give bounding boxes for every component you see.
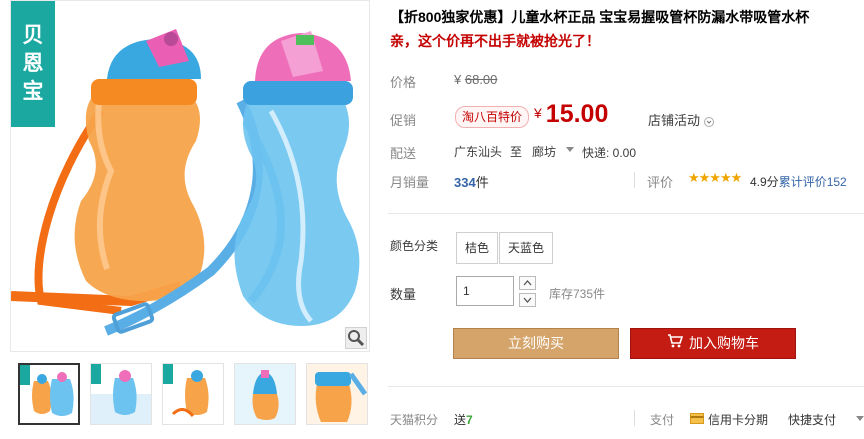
quantity-input[interactable] xyxy=(456,276,514,306)
brand-char: 宝 xyxy=(22,80,44,103)
buy-now-button[interactable]: 立刻购买 xyxy=(453,328,619,359)
review-count[interactable]: 累计评价152 xyxy=(779,175,847,189)
shipping-fee: 快递: 0.00 xyxy=(582,146,637,160)
credit-installment-label: 信用卡分期 xyxy=(708,413,769,427)
product-details: 【折800独家优惠】儿童水杯正品 宝宝易握吸管杯防漏水带吸管水杯 亲，这个价再不… xyxy=(388,0,864,439)
quantity-increase-button[interactable] xyxy=(519,276,536,290)
chevron-down-icon xyxy=(523,297,532,303)
brand-char: 贝 xyxy=(22,24,44,47)
chevron-down-icon xyxy=(703,116,714,127)
add-to-cart-button[interactable]: 加入购物车 xyxy=(630,328,796,359)
section-divider xyxy=(388,386,864,387)
stock-count: 库存735件 xyxy=(549,287,606,301)
price-label: 价格 xyxy=(390,75,417,90)
ship-from: 广东汕头 xyxy=(454,145,503,159)
payment-quick-pay[interactable]: 快捷支付 xyxy=(788,411,836,428)
section-divider xyxy=(388,213,864,214)
promo-price: ¥15.00 xyxy=(534,100,608,129)
chevron-down-icon[interactable] xyxy=(566,147,574,152)
quantity-label: 数量 xyxy=(390,287,417,302)
product-gallery: 贝 恩 宝 xyxy=(10,0,370,439)
reviews-label: 评价 xyxy=(647,175,674,190)
shop-activity-dropdown[interactable]: 店铺活动 xyxy=(648,110,714,129)
product-title: 【折800独家优惠】儿童水杯正品 宝宝易握吸管杯防漏水带吸管水杯 xyxy=(390,6,852,29)
original-price-currency: ¥ xyxy=(454,72,462,87)
points-prefix: 送 xyxy=(454,413,467,427)
ship-city-select[interactable]: 廊坊 xyxy=(532,143,556,160)
credit-card-icon xyxy=(690,412,704,427)
quantity-decrease-button[interactable] xyxy=(519,293,536,307)
payment-label: 支付 xyxy=(650,413,675,427)
color-option-orange[interactable]: 桔色 xyxy=(456,232,499,264)
payment-credit-installment[interactable]: 信用卡分期 xyxy=(690,411,768,428)
brand-tag: 贝 恩 宝 xyxy=(11,1,55,127)
thumbnail-4[interactable] xyxy=(234,363,296,425)
points-number: 7 xyxy=(466,413,473,427)
original-price-value: 68.00 xyxy=(464,72,498,87)
thumbnail-2[interactable] xyxy=(90,363,152,425)
product-subtitle: 亲，这个价再不出手就被抢光了！ xyxy=(390,33,600,49)
thumbnail-5[interactable] xyxy=(306,363,368,425)
ship-to: 至 xyxy=(510,145,523,159)
product-photo-bottles xyxy=(11,29,360,336)
monthly-sales-label: 月销量 xyxy=(390,175,430,190)
points-value: 送7 xyxy=(454,411,473,428)
promo-badge: 淘八百特价 xyxy=(455,106,530,128)
add-to-cart-label: 加入购物车 xyxy=(689,335,759,351)
rating-stars: ★★★★★ xyxy=(688,170,742,185)
monthly-sales-count: 334件 xyxy=(454,172,489,191)
main-product-image[interactable]: 贝 恩 宝 xyxy=(10,0,370,352)
promo-price-value: 15.00 xyxy=(545,100,609,128)
points-label: 天猫积分 xyxy=(390,413,439,427)
brand-char: 恩 xyxy=(22,52,44,75)
color-label: 颜色分类 xyxy=(390,239,439,253)
promo-label: 促销 xyxy=(390,113,417,128)
divider xyxy=(634,172,635,188)
rating-summary[interactable]: 4.9分累计评价152 xyxy=(750,173,847,190)
title-prefix: 【折800独家优惠】 xyxy=(390,9,512,25)
magnifier-icon[interactable] xyxy=(345,327,367,349)
thumbnail-strip xyxy=(18,363,368,425)
thumbnail-3[interactable] xyxy=(162,363,224,425)
monthly-sales-unit: 件 xyxy=(475,175,489,190)
divider xyxy=(634,410,635,426)
color-option-sky-blue[interactable]: 天蓝色 xyxy=(499,232,554,264)
thumbnail-1[interactable] xyxy=(18,363,80,425)
rating-score: 4.9分 xyxy=(750,175,779,189)
shop-activity-label: 店铺活动 xyxy=(648,113,701,128)
original-price: ¥ 68.00 xyxy=(454,72,497,87)
monthly-sales-number: 334 xyxy=(454,175,476,190)
chevron-down-icon[interactable] xyxy=(856,416,864,421)
cart-icon xyxy=(667,329,684,358)
title-main: 儿童水杯正品 宝宝易握吸管杯防漏水带吸管水杯 xyxy=(511,9,810,25)
promo-price-currency: ¥ xyxy=(534,105,542,121)
shipping-label: 配送 xyxy=(390,146,417,161)
chevron-up-icon xyxy=(523,280,532,286)
